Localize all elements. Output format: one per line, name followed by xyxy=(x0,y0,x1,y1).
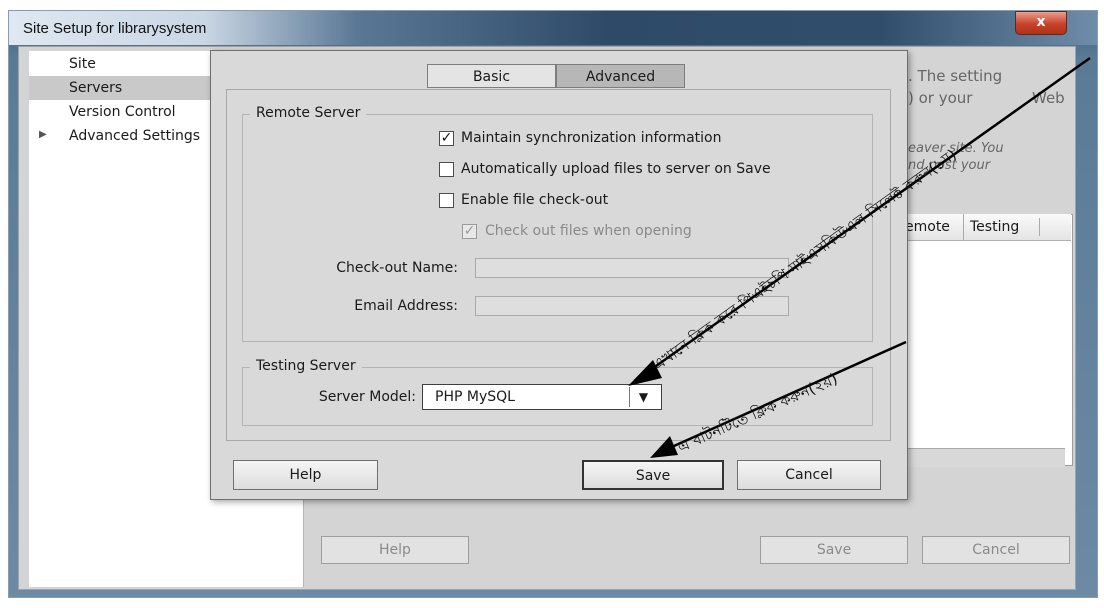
annotation-arrows xyxy=(628,56,1091,458)
